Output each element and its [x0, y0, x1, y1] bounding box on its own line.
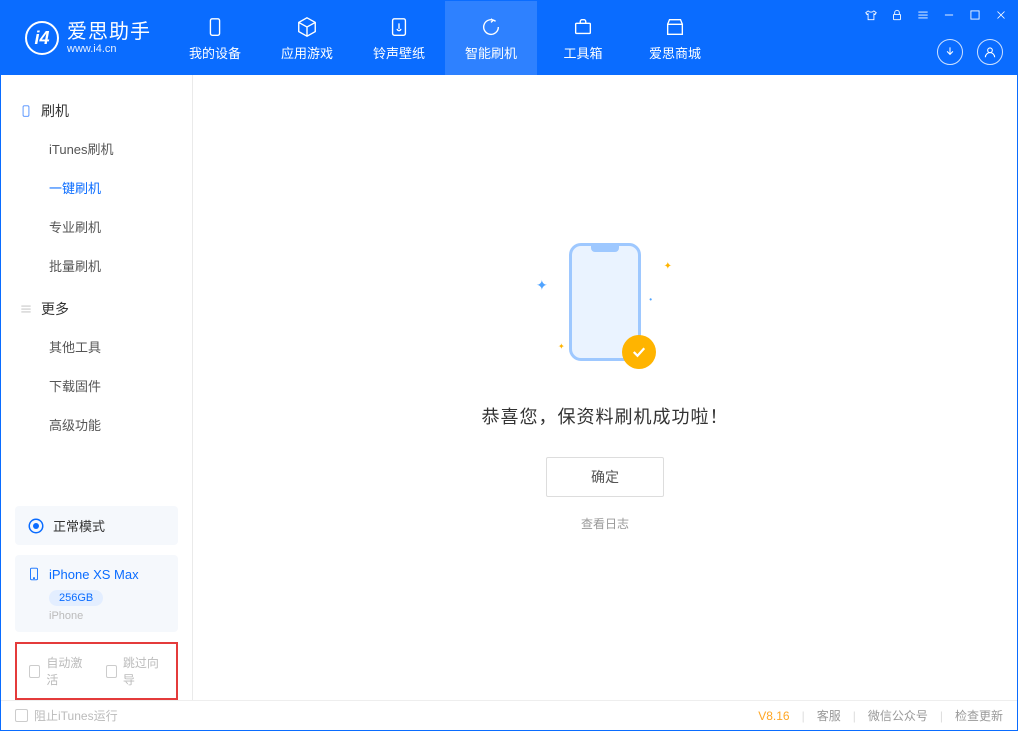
checkbox-box: [106, 665, 117, 678]
checkbox-row: 自动激活 跳过向导: [15, 642, 178, 700]
device-name-row: iPhone XS Max: [27, 565, 166, 583]
mode-icon: [27, 517, 45, 535]
cube-icon: [295, 15, 319, 39]
checkbox-auto-activate[interactable]: 自动激活: [29, 654, 88, 688]
sparkle-icon: ✦: [536, 277, 548, 294]
view-log-link[interactable]: 查看日志: [581, 515, 629, 532]
sidebar-bottom: 正常模式 iPhone XS Max 256GB iPhone 自动激活: [1, 506, 192, 700]
store-icon: [663, 15, 687, 39]
success-message: 恭喜您，保资料刷机成功啦！: [482, 403, 729, 429]
device-icon: [27, 565, 41, 583]
app-window: i4 爱思助手 www.i4.cn 我的设备 应用游戏 铃声壁纸 智能刷机: [0, 0, 1018, 731]
nav-toolbox[interactable]: 工具箱: [537, 1, 629, 75]
capacity-badge: 256GB: [49, 590, 103, 606]
app-name-cn: 爱思助手: [67, 21, 151, 43]
logo-text: 爱思助手 www.i4.cn: [67, 21, 151, 55]
sidebar-section-more: 更多 其他工具 下载固件 高级功能: [1, 291, 192, 444]
minimize-icon[interactable]: [941, 7, 957, 23]
nav-label: 我的设备: [189, 43, 241, 62]
sparkle-icon: ✦: [664, 261, 672, 272]
music-icon: [387, 15, 411, 39]
titlebar-controls: [863, 7, 1009, 23]
separator: |: [853, 709, 856, 723]
version-label: V8.16: [758, 709, 789, 723]
nav-ringtones[interactable]: 铃声壁纸: [353, 1, 445, 75]
tshirt-icon[interactable]: [863, 7, 879, 23]
checkbox-box: [29, 665, 40, 678]
check-badge-icon: [622, 335, 656, 369]
footer-right: V8.16 | 客服 | 微信公众号 | 检查更新: [758, 707, 1003, 724]
sidebar-title: 更多: [41, 299, 69, 319]
wechat-link[interactable]: 微信公众号: [868, 707, 928, 724]
checkbox-label: 自动激活: [46, 654, 87, 688]
lock-icon[interactable]: [889, 7, 905, 23]
success-illustration: ✦ ✦ ✦ •: [530, 243, 680, 373]
sidebar-item-one-click-flash[interactable]: 一键刷机: [1, 168, 192, 207]
sidebar-item-other-tools[interactable]: 其他工具: [1, 327, 192, 366]
body: 刷机 iTunes刷机 一键刷机 专业刷机 批量刷机 更多 其他工具 下载固件 …: [1, 75, 1017, 700]
checkbox-skip-guide[interactable]: 跳过向导: [106, 654, 165, 688]
footer: 阻止iTunes运行 V8.16 | 客服 | 微信公众号 | 检查更新: [1, 700, 1017, 730]
sparkle-icon: ✦: [558, 342, 565, 351]
header-right-icons: [937, 39, 1003, 65]
download-icon[interactable]: [937, 39, 963, 65]
device-name: iPhone XS Max: [49, 567, 139, 582]
nav-label: 爱思商城: [649, 43, 701, 62]
sidebar-item-download-firmware[interactable]: 下载固件: [1, 366, 192, 405]
phone-icon: [19, 104, 33, 118]
close-icon[interactable]: [993, 7, 1009, 23]
sidebar-item-batch-flash[interactable]: 批量刷机: [1, 246, 192, 285]
support-link[interactable]: 客服: [817, 707, 841, 724]
nav-label: 铃声壁纸: [373, 43, 425, 62]
checkbox-box: [15, 709, 28, 722]
maximize-icon[interactable]: [967, 7, 983, 23]
separator: |: [940, 709, 943, 723]
mode-card[interactable]: 正常模式: [15, 506, 178, 545]
sidebar-item-pro-flash[interactable]: 专业刷机: [1, 207, 192, 246]
phone-notch: [591, 246, 619, 252]
sidebar-item-itunes-flash[interactable]: iTunes刷机: [1, 129, 192, 168]
update-link[interactable]: 检查更新: [955, 707, 1003, 724]
separator: |: [802, 709, 805, 723]
checkbox-label: 阻止iTunes运行: [34, 707, 118, 724]
sidebar-section-flash: 刷机 iTunes刷机 一键刷机 专业刷机 批量刷机: [1, 93, 192, 285]
toolbox-icon: [571, 15, 595, 39]
logo-icon: i4: [25, 21, 59, 55]
device-type: iPhone: [49, 610, 166, 622]
sidebar: 刷机 iTunes刷机 一键刷机 专业刷机 批量刷机 更多 其他工具 下载固件 …: [1, 75, 193, 700]
nav-store[interactable]: 爱思商城: [629, 1, 721, 75]
sparkle-icon: •: [649, 295, 652, 304]
device-icon: [203, 15, 227, 39]
top-nav: 我的设备 应用游戏 铃声壁纸 智能刷机 工具箱 爱思商城: [169, 1, 721, 75]
user-icon[interactable]: [977, 39, 1003, 65]
list-icon: [19, 302, 33, 316]
nav-my-device[interactable]: 我的设备: [169, 1, 261, 75]
device-card[interactable]: iPhone XS Max 256GB iPhone: [15, 555, 178, 632]
sidebar-header-more: 更多: [1, 291, 192, 327]
header: i4 爱思助手 www.i4.cn 我的设备 应用游戏 铃声壁纸 智能刷机: [1, 1, 1017, 75]
nav-apps-games[interactable]: 应用游戏: [261, 1, 353, 75]
app-name-en: www.i4.cn: [67, 43, 151, 55]
sidebar-item-advanced[interactable]: 高级功能: [1, 405, 192, 444]
main-content: ✦ ✦ ✦ • 恭喜您，保资料刷机成功啦！ 确定 查看日志: [193, 75, 1017, 700]
nav-label: 智能刷机: [465, 43, 517, 62]
menu-icon[interactable]: [915, 7, 931, 23]
sidebar-header-flash: 刷机: [1, 93, 192, 129]
nav-label: 应用游戏: [281, 43, 333, 62]
logo[interactable]: i4 爱思助手 www.i4.cn: [1, 21, 169, 55]
checkbox-label: 跳过向导: [123, 654, 164, 688]
mode-label: 正常模式: [53, 516, 105, 535]
ok-button[interactable]: 确定: [546, 457, 664, 497]
footer-left: 阻止iTunes运行: [15, 707, 118, 724]
nav-smart-flash[interactable]: 智能刷机: [445, 1, 537, 75]
refresh-icon: [479, 15, 503, 39]
sidebar-title: 刷机: [41, 101, 69, 121]
checkbox-block-itunes[interactable]: 阻止iTunes运行: [15, 707, 118, 724]
nav-label: 工具箱: [563, 43, 602, 62]
